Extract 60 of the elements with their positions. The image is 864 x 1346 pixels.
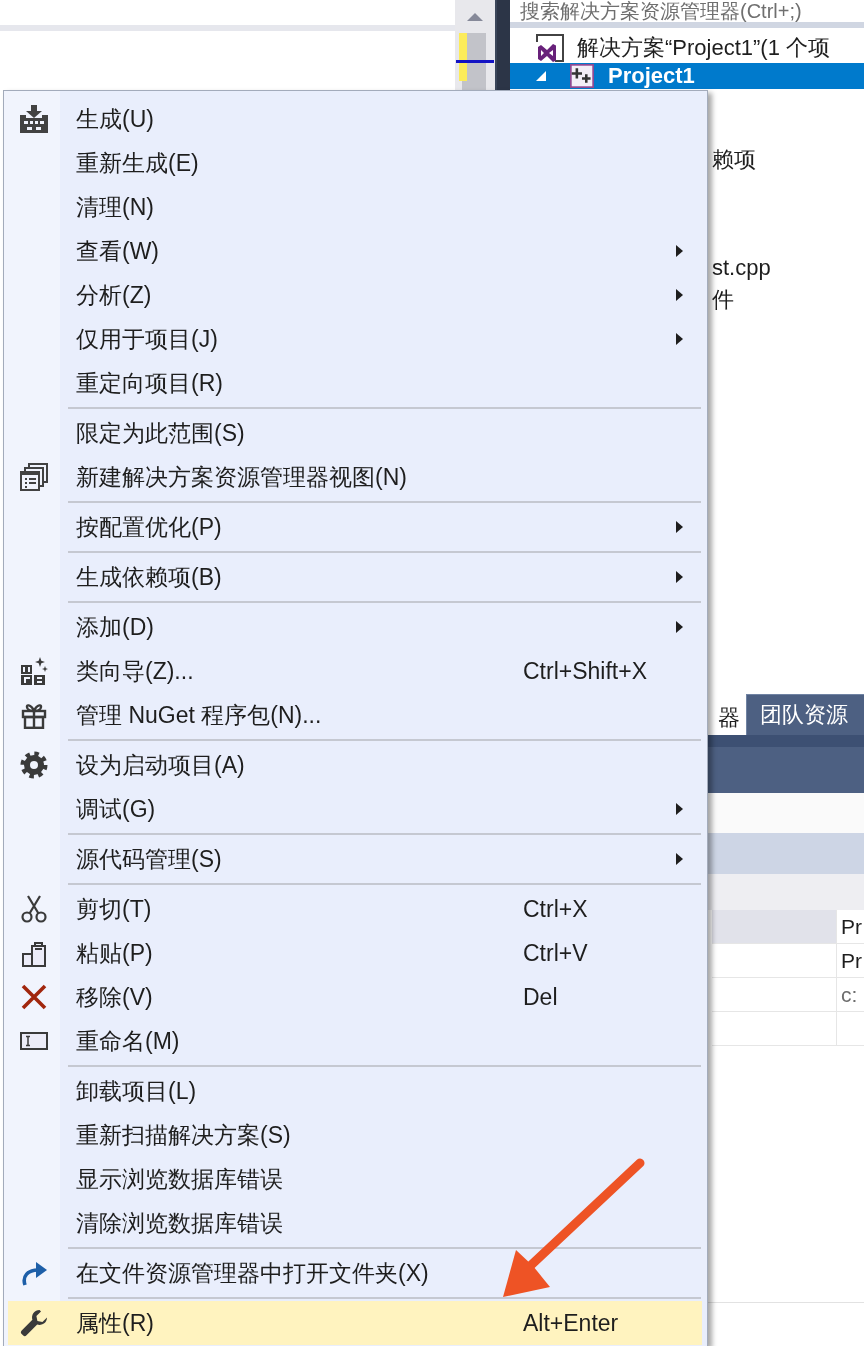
tree-item[interactable]: st.cpp xyxy=(712,254,864,282)
menu-item[interactable]: 清理(N) xyxy=(8,185,702,229)
menu-item[interactable]: 源代码管理(S) xyxy=(8,837,702,881)
caret-position-marker xyxy=(456,60,494,63)
menu-item[interactable]: 卸载项目(L) xyxy=(8,1069,702,1113)
menu-item[interactable]: 重定向项目(R) xyxy=(8,361,702,405)
menu-item[interactable]: 重命名(M) xyxy=(8,1019,702,1063)
tree-item[interactable]: 解决方案“Project1”(1 个项 xyxy=(510,35,864,61)
property-row[interactable]: Pr xyxy=(712,944,864,978)
menu-item[interactable]: 移除(V) Del xyxy=(8,975,702,1019)
menu-item[interactable]: 清除浏览数据库错误 xyxy=(8,1201,702,1245)
shortcut-text: Ctrl+Shift+X xyxy=(523,657,648,686)
tiles-sparkle-icon xyxy=(20,657,48,685)
property-row[interactable]: c: xyxy=(712,978,864,1012)
scissors-icon xyxy=(20,895,48,923)
menu-item[interactable]: 在文件资源管理器中打开文件夹(X) xyxy=(8,1251,702,1295)
tree-item[interactable]: 赖项 xyxy=(712,146,864,174)
property-value: Pr xyxy=(836,910,864,943)
shortcut-text: Ctrl+X xyxy=(523,895,589,924)
menu-item[interactable]: 设为启动项目(A) xyxy=(8,743,702,787)
menu-item[interactable]: 粘贴(P) Ctrl+V xyxy=(8,931,702,975)
gift-icon xyxy=(20,701,48,729)
menu-item[interactable]: 属性(R) Alt+Enter xyxy=(8,1301,702,1345)
solution-icon xyxy=(536,34,564,62)
scroll-up-icon[interactable] xyxy=(467,13,483,21)
text-box-icon xyxy=(20,1032,48,1050)
menu-item[interactable]: 类向导(Z)... Ctrl+Shift+X xyxy=(8,649,702,693)
settings-icon xyxy=(20,751,48,779)
menu-item[interactable]: 生成(U) xyxy=(8,97,702,141)
menu-item[interactable]: 仅用于项目(J) xyxy=(8,317,702,361)
clipboard-icon xyxy=(21,939,47,967)
menu-item[interactable]: 显示浏览数据库错误 xyxy=(8,1157,702,1201)
menu-item[interactable]: 调试(G) xyxy=(8,787,702,831)
project-icon xyxy=(570,64,594,88)
tree-item[interactable]: 件 xyxy=(712,286,864,314)
menu-item[interactable]: 重新扫描解决方案(S) xyxy=(8,1113,702,1157)
cross-icon xyxy=(20,983,48,1011)
change-marker xyxy=(459,33,467,81)
menu-item[interactable]: 限定为此范围(S) xyxy=(8,411,702,455)
menu-item[interactable]: 剪切(T) Ctrl+X xyxy=(8,887,702,931)
tree-item[interactable]: Project1 xyxy=(510,63,864,89)
build-tray-icon xyxy=(20,105,48,133)
menu-item[interactable]: 按配置优化(P) xyxy=(8,505,702,549)
expander-icon[interactable] xyxy=(536,71,546,81)
menu-item[interactable]: 生成依赖项(B) xyxy=(8,555,702,599)
menu-item[interactable]: 添加(D) xyxy=(8,605,702,649)
curved-arrow-icon xyxy=(20,1260,48,1286)
shortcut-text: Ctrl+V xyxy=(523,939,589,968)
menu-item[interactable]: 查看(W) xyxy=(8,229,702,273)
menu-item[interactable]: 新建解决方案资源管理器视图(N) xyxy=(8,455,702,499)
search-field[interactable]: 搜索解决方案资源管理器(Ctrl+;) xyxy=(510,0,864,28)
shortcut-text: Del xyxy=(523,983,559,1012)
menu-item[interactable]: 管理 NuGet 程序包(N)... xyxy=(8,693,702,737)
wrench-icon xyxy=(20,1309,48,1337)
stacked-windows-icon xyxy=(20,463,48,491)
shortcut-text: Alt+Enter xyxy=(523,1309,620,1338)
menu-item[interactable]: 重新生成(E) xyxy=(8,141,702,185)
property-value: Pr xyxy=(836,944,864,977)
tab[interactable]: 团队资源 xyxy=(746,694,864,735)
menu-item[interactable]: 分析(Z) xyxy=(8,273,702,317)
